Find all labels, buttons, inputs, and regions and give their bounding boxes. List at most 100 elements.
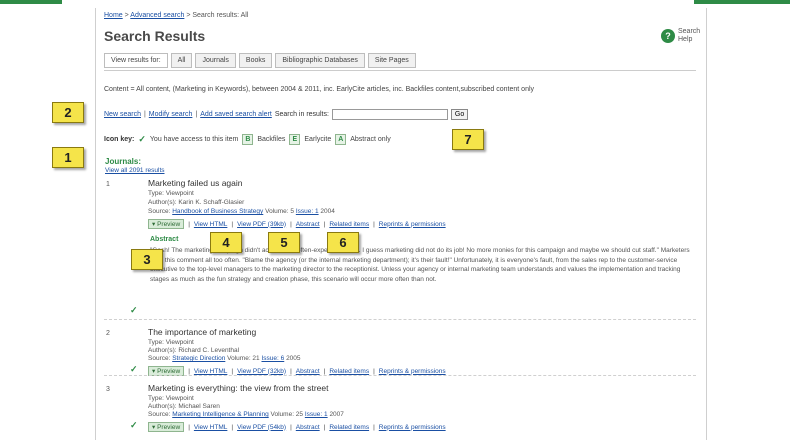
source-link[interactable]: Strategic Direction <box>172 355 225 362</box>
journals-section-title: Journals: <box>105 157 142 166</box>
result-links: ▾ Preview | View HTML | View PDF (54kb) … <box>148 422 446 432</box>
view-html-link[interactable]: View HTML <box>194 368 227 375</box>
issue-link[interactable]: Issue: 6 <box>261 355 284 362</box>
related-items-link[interactable]: Related items <box>329 424 369 431</box>
separator: | <box>143 111 146 118</box>
separator: | <box>231 423 234 431</box>
tabs-divider <box>104 70 696 71</box>
abstract-only-icon: A <box>335 134 347 145</box>
view-html-link[interactable]: View HTML <box>194 424 227 431</box>
separator: | <box>290 423 292 431</box>
separator: | <box>323 220 326 228</box>
issue-link[interactable]: Issue: 1 <box>296 208 319 215</box>
go-button[interactable]: Go <box>450 109 469 120</box>
result-type: Type: Viewpoint <box>148 339 194 346</box>
tab-bibliographic-databases[interactable]: Bibliographic Databases <box>275 53 365 68</box>
result-title[interactable]: The importance of marketing <box>148 327 256 337</box>
callout-6: 6 <box>327 232 359 253</box>
search-in-results-label: Search in results: <box>274 111 329 118</box>
callout-3: 3 <box>131 249 163 270</box>
separator: | <box>323 367 326 375</box>
result-type: Type: Viewpoint <box>148 395 194 402</box>
backfiles-label: Backfiles <box>257 136 286 143</box>
abstract-heading: Abstract <box>150 236 179 243</box>
search-in-results-input[interactable] <box>331 109 448 120</box>
source-link[interactable]: Marketing Intelligence & Planning <box>172 411 268 418</box>
breadcrumb-current: Search results: All <box>192 12 249 19</box>
separator: | <box>231 220 234 228</box>
view-all-results-link[interactable]: View all 2091 results <box>105 167 165 174</box>
view-pdf-link[interactable]: View PDF (39kb) <box>237 221 286 228</box>
preview-button[interactable]: ▾ Preview <box>148 422 185 432</box>
abstract-link[interactable]: Abstract <box>296 368 320 375</box>
view-pdf-link[interactable]: View PDF (32kb) <box>237 368 286 375</box>
result-authors: Author(s): Michael Saren <box>148 403 220 410</box>
result-number: 1 <box>106 181 110 188</box>
page-container: Home > Advanced search > Search results:… <box>95 8 707 440</box>
callout-2: 2 <box>52 102 84 123</box>
separator: | <box>290 367 292 375</box>
view-pdf-link[interactable]: View PDF (54kb) <box>237 424 286 431</box>
access-check-icon: ✓ <box>130 364 138 374</box>
result-divider <box>104 319 696 320</box>
separator: | <box>373 423 375 431</box>
separator: | <box>373 220 375 228</box>
breadcrumb-advanced-search-link[interactable]: Advanced search <box>130 12 184 19</box>
breadcrumb: Home > Advanced search > Search results:… <box>104 12 248 19</box>
callout-1: 1 <box>52 147 84 168</box>
source-link[interactable]: Handbook of Business Strategy <box>172 208 263 215</box>
result-title[interactable]: Marketing failed us again <box>148 178 243 188</box>
search-help-link[interactable]: ? Search Help <box>661 28 701 44</box>
reprints-permissions-link[interactable]: Reprints & permissions <box>379 424 446 431</box>
callout-4: 4 <box>210 232 242 253</box>
separator: | <box>290 220 292 228</box>
result-source: Source: Handbook of Business Strategy Vo… <box>148 208 335 215</box>
result-type: Type: Viewpoint <box>148 190 194 197</box>
add-saved-search-alert-link[interactable]: Add saved search alert <box>200 111 272 118</box>
separator: | <box>188 220 190 228</box>
tab-books[interactable]: Books <box>238 53 273 68</box>
separator: | <box>231 367 234 375</box>
result-source: Source: Strategic Direction Volume: 21 I… <box>148 355 301 362</box>
access-check-icon: ✓ <box>130 305 138 315</box>
view-html-link[interactable]: View HTML <box>194 221 227 228</box>
tab-all[interactable]: All <box>170 53 193 68</box>
separator: | <box>373 367 375 375</box>
result-authors: Author(s): Karin K. Schaff-Glasier <box>148 199 245 206</box>
related-items-link[interactable]: Related items <box>329 221 369 228</box>
earlycite-icon: E <box>289 134 301 145</box>
access-check-icon: ✓ <box>130 420 138 430</box>
search-actions: New search | Modify search | Add saved s… <box>104 109 469 120</box>
top-accent-right <box>694 0 790 4</box>
result-authors: Author(s): Richard C. Leventhal <box>148 347 240 354</box>
help-icon: ? <box>661 29 675 43</box>
tabs-label: View results for: <box>104 53 168 68</box>
result-title[interactable]: Marketing is everything: the view from t… <box>148 383 328 393</box>
related-items-link[interactable]: Related items <box>329 368 369 375</box>
tab-journals[interactable]: Journals <box>195 53 236 68</box>
preview-button[interactable]: ▾ Preview <box>148 219 185 229</box>
reprints-permissions-link[interactable]: Reprints & permissions <box>379 368 446 375</box>
result-links: ▾ Preview | View HTML | View PDF (39kb) … <box>148 219 446 229</box>
abstract-link[interactable]: Abstract <box>296 221 320 228</box>
result-source: Source: Marketing Intelligence & Plannin… <box>148 411 344 418</box>
breadcrumb-home-link[interactable]: Home <box>104 12 123 19</box>
abstract-link[interactable]: Abstract <box>296 424 320 431</box>
result-number: 2 <box>106 330 110 337</box>
modify-search-link[interactable]: Modify search <box>149 111 193 118</box>
separator: | <box>323 423 326 431</box>
callout-7: 7 <box>452 129 484 150</box>
content-description: Content = All content, (Marketing in Key… <box>104 86 535 93</box>
access-check-icon: ✓ <box>138 134 146 144</box>
earlycite-label: Earlycite <box>304 136 332 143</box>
result-tabs: View results for: All Journals Books Bib… <box>104 53 416 68</box>
issue-link[interactable]: Issue: 1 <box>305 411 328 418</box>
search-help-label: Search Help <box>678 28 701 43</box>
result-divider <box>104 375 696 376</box>
separator: | <box>188 423 190 431</box>
tab-site-pages[interactable]: Site Pages <box>367 53 416 68</box>
reprints-permissions-link[interactable]: Reprints & permissions <box>379 221 446 228</box>
callout-5: 5 <box>268 232 300 253</box>
access-text: You have access to this item <box>149 136 239 143</box>
new-search-link[interactable]: New search <box>104 111 141 118</box>
